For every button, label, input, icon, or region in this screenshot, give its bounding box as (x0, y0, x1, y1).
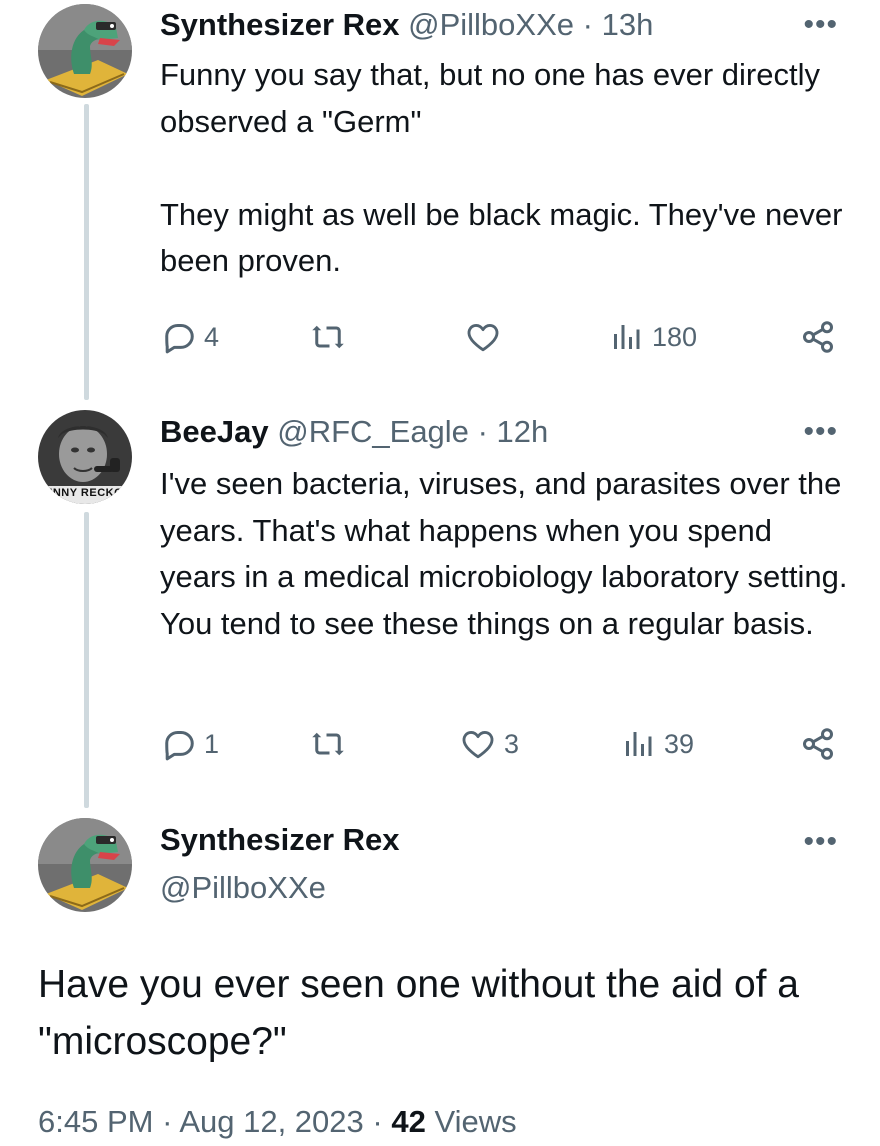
timestamp[interactable]: 13h (602, 7, 654, 42)
display-name[interactable]: Synthesizer Rex (160, 820, 400, 860)
reply-header: BeeJay @RFC_Eagle · 12h (160, 412, 548, 452)
retweet-button[interactable] (310, 722, 354, 766)
handle[interactable]: @PillboXXe (160, 868, 326, 908)
tweet-text: I've seen bacteria, viruses, and parasit… (160, 466, 856, 641)
timestamp[interactable]: 12h (497, 414, 549, 449)
heart-icon (460, 726, 496, 762)
retweet-icon (310, 726, 346, 762)
like-button[interactable]: 3 (460, 722, 519, 766)
display-name[interactable]: Synthesizer Rex (160, 7, 400, 42)
retweet-icon (310, 319, 346, 355)
views-button[interactable]: 180 (608, 315, 697, 359)
main-tweet-text: Have you ever seen one without the aid o… (38, 963, 810, 1063)
separator: · (477, 414, 488, 449)
avatar[interactable]: WINNY RECKON (38, 410, 132, 504)
avatar[interactable] (38, 818, 132, 912)
separator: · (162, 1104, 173, 1139)
reply-header: Synthesizer Rex @PillboXXe · 13h (160, 5, 653, 45)
reply-count: 4 (204, 321, 220, 352)
share-icon (800, 319, 836, 355)
like-count: 3 (504, 728, 520, 759)
views-chart-icon (608, 319, 644, 355)
reply-count: 1 (204, 728, 220, 759)
action-bar: 4 180 (160, 315, 840, 359)
heart-icon (465, 319, 501, 355)
more-dots-icon[interactable]: ••• (803, 827, 838, 857)
display-name[interactable]: BeeJay (160, 414, 269, 449)
views-button[interactable]: 39 (620, 722, 694, 766)
views-count: 39 (664, 728, 695, 759)
retweet-button[interactable] (310, 315, 354, 359)
dinosaur-avatar-image (38, 818, 132, 912)
handle[interactable]: @RFC_Eagle (277, 414, 469, 449)
more-dots-icon[interactable]: ••• (803, 10, 838, 40)
tweet-text: Funny you say that, but no one has ever … (160, 57, 843, 278)
share-icon (800, 726, 836, 762)
reply-icon (160, 726, 196, 762)
handle[interactable]: @PillboXXe (408, 7, 574, 42)
views-chart-icon (620, 726, 656, 762)
thread-line (84, 512, 89, 808)
reply-button[interactable]: 4 (160, 315, 219, 359)
share-button[interactable] (800, 722, 836, 766)
reply-button[interactable]: 1 (160, 722, 219, 766)
views-count: 180 (652, 321, 698, 352)
time[interactable]: 6:45 PM (38, 1104, 153, 1139)
avatar[interactable] (38, 4, 132, 98)
avatar-caption: WINNY RECKON (38, 487, 132, 499)
separator: · (372, 1104, 383, 1139)
date[interactable]: Aug 12, 2023 (179, 1104, 363, 1139)
more-dots-icon[interactable]: ••• (803, 417, 838, 447)
reply-icon (160, 319, 196, 355)
views-count: 42 (391, 1104, 426, 1139)
share-button[interactable] (800, 315, 836, 359)
like-button[interactable] (465, 315, 509, 359)
thread-line (84, 104, 89, 400)
tweet-timestamp: 6:45 PM · Aug 12, 2023 · 42 Views (38, 1100, 517, 1144)
separator: · (582, 7, 593, 42)
action-bar: 1 3 39 (160, 722, 840, 766)
views-label: Views (434, 1104, 517, 1139)
dinosaur-avatar-image (38, 4, 132, 98)
